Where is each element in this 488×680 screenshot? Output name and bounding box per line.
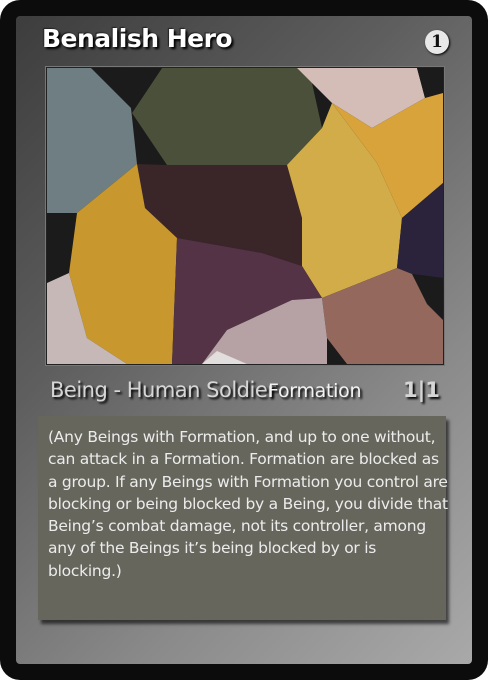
card[interactable]: Benalish Hero 1 Being - Human Soldier Fo… <box>0 0 488 680</box>
card-art <box>46 67 444 365</box>
power-toughness: 1|1 <box>403 378 440 402</box>
keyword-label: Formation <box>268 380 362 402</box>
type-line: Being - Human Soldier <box>50 378 276 402</box>
mana-cost-symbol: 1 <box>425 30 449 54</box>
rules-text: (Any Beings with Formation, and up to on… <box>48 428 448 580</box>
abstract-voronoi-art-icon <box>47 68 443 364</box>
mana-cost-value: 1 <box>431 31 443 52</box>
card-name: Benalish Hero <box>42 24 233 53</box>
